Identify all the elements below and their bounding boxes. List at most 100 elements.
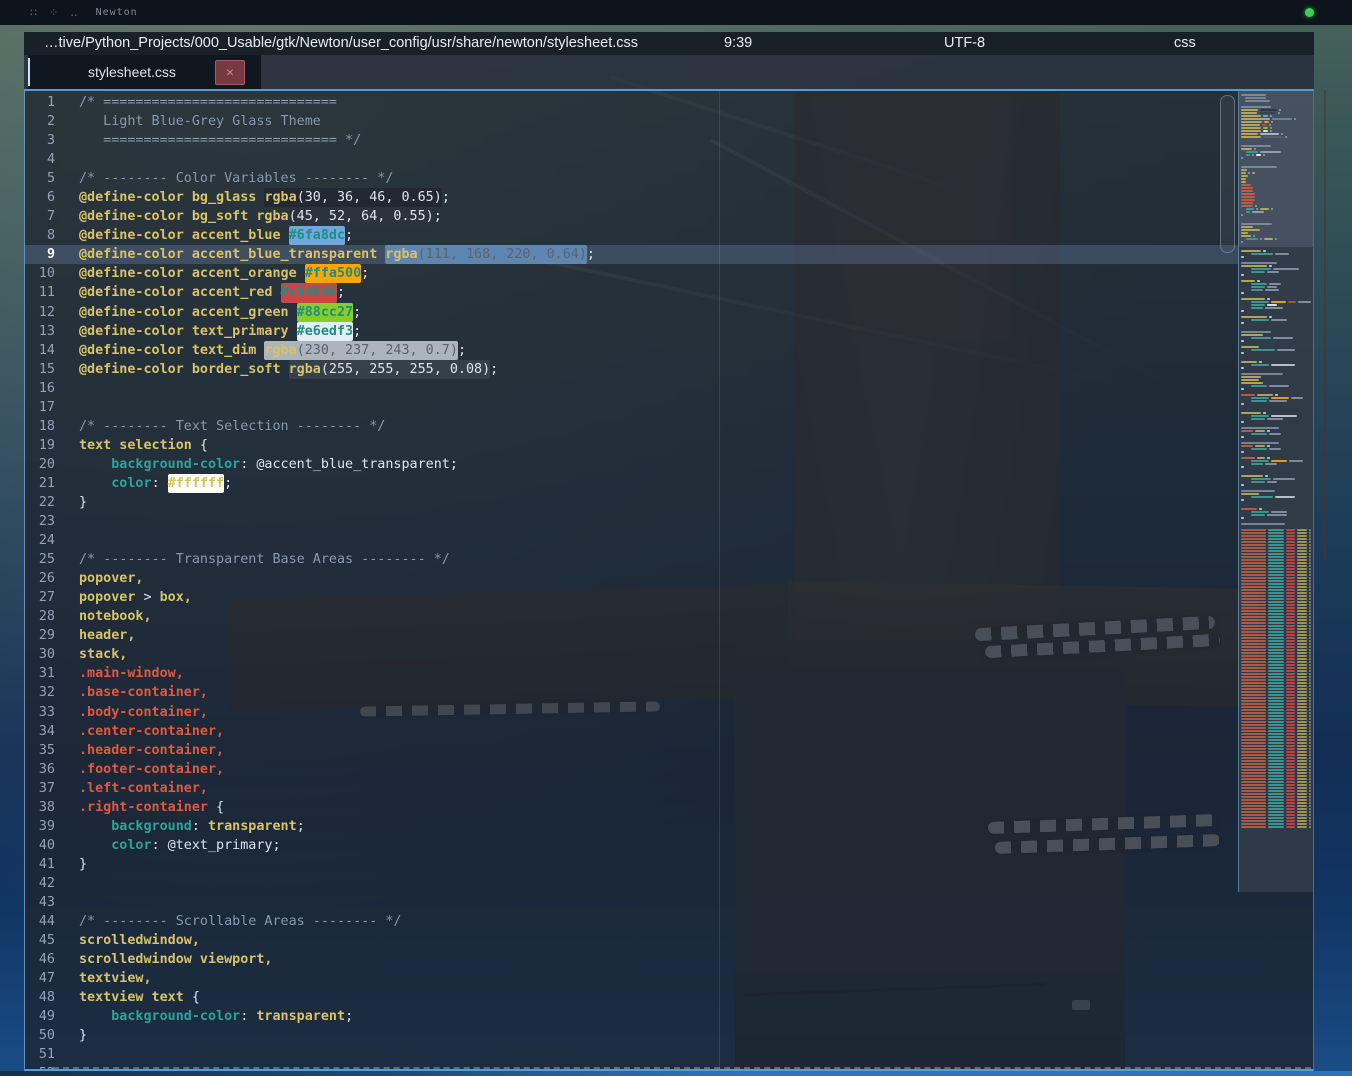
code-line[interactable]: 5/* -------- Color Variables -------- */ <box>25 169 1238 188</box>
line-number: 35 <box>25 741 55 760</box>
code-line[interactable]: 6@define-color bg_glass rgba(30, 36, 46,… <box>25 188 1238 207</box>
titlebar: ∷ ⁘ ‥ Newton <box>0 0 1352 25</box>
code-line[interactable]: 30stack, <box>25 645 1238 664</box>
code-line[interactable]: 3 ============================= */ <box>25 131 1238 150</box>
code-line[interactable]: 27popover > box, <box>25 588 1238 607</box>
code-line[interactable]: 2 Light Blue-Grey Glass Theme <box>25 112 1238 131</box>
line-number: 49 <box>25 1007 55 1026</box>
code-line[interactable]: 1/* ============================= <box>25 93 1238 112</box>
code-line[interactable]: 36.footer-container, <box>25 760 1238 779</box>
code-line[interactable]: 19text selection { <box>25 436 1238 455</box>
line-number: 37 <box>25 779 55 798</box>
line-number: 5 <box>25 169 55 188</box>
tab-close-button[interactable]: × <box>215 60 245 85</box>
line-number: 7 <box>25 207 55 226</box>
workspace-grid-icon[interactable]: ∷ <box>30 6 37 19</box>
line-number: 19 <box>25 436 55 455</box>
code-line[interactable]: 24 <box>25 531 1238 550</box>
code-line[interactable]: 10@define-color accent_orange #ffa500; <box>25 264 1238 283</box>
code-line[interactable]: 45scrolledwindow, <box>25 931 1238 950</box>
line-number: 50 <box>25 1026 55 1045</box>
code-line[interactable]: 9@define-color accent_blue_transparent r… <box>25 245 1238 264</box>
code-line[interactable]: 20 background-color: @accent_blue_transp… <box>25 455 1238 474</box>
active-tab-accent <box>28 58 30 86</box>
line-number: 39 <box>25 817 55 836</box>
code-line[interactable]: 14@define-color text_dim rgba(230, 237, … <box>25 341 1238 360</box>
line-number: 14 <box>25 341 55 360</box>
wallpaper-mast-line <box>1324 90 1326 560</box>
code-line[interactable]: 49 background-color: transparent; <box>25 1007 1238 1026</box>
line-number: 13 <box>25 322 55 341</box>
vertical-scrollbar-thumb[interactable] <box>1220 95 1235 253</box>
code-line[interactable]: 11@define-color accent_red #c84646; <box>25 283 1238 302</box>
line-number: 11 <box>25 283 55 302</box>
line-number: 51 <box>25 1045 55 1064</box>
code-line[interactable]: 13@define-color text_primary #e6edf3; <box>25 322 1238 341</box>
code-line[interactable]: 17 <box>25 398 1238 417</box>
code-line[interactable]: 35.header-container, <box>25 741 1238 760</box>
code-editor[interactable]: 1/* =============================2 Light… <box>24 89 1314 1071</box>
code-line[interactable]: 26popover, <box>25 569 1238 588</box>
line-number: 9 <box>25 245 55 264</box>
code-line[interactable]: 8@define-color accent_blue #6fa8dc; <box>25 226 1238 245</box>
file-path: …tive/Python_Projects/000_Usable/gtk/New… <box>44 32 638 55</box>
line-number: 21 <box>25 474 55 493</box>
status-dot-icon <box>1305 8 1314 17</box>
code-line[interactable]: 43 <box>25 893 1238 912</box>
line-number: 34 <box>25 722 55 741</box>
code-line[interactable]: 46scrolledwindow viewport, <box>25 950 1238 969</box>
line-number: 41 <box>25 855 55 874</box>
code-line[interactable]: 47textview, <box>25 969 1238 988</box>
line-number: 3 <box>25 131 55 150</box>
code-line[interactable]: 34.center-container, <box>25 722 1238 741</box>
cursor-position: 9:39 <box>724 32 752 55</box>
workspace-pair-icon[interactable]: ‥ <box>70 6 77 19</box>
line-number: 18 <box>25 417 55 436</box>
tab-label: stylesheet.css <box>88 55 176 89</box>
window-title: Newton <box>96 7 138 18</box>
code-line[interactable]: 48textview text { <box>25 988 1238 1007</box>
code-line[interactable]: 40 color: @text_primary; <box>25 836 1238 855</box>
minimap[interactable] <box>1238 91 1314 892</box>
line-number: 23 <box>25 512 55 531</box>
line-number: 4 <box>25 150 55 169</box>
code-line[interactable]: 38.right-container { <box>25 798 1238 817</box>
code-line[interactable]: 23 <box>25 512 1238 531</box>
line-number: 16 <box>25 379 55 398</box>
line-number: 31 <box>25 664 55 683</box>
line-number: 10 <box>25 264 55 283</box>
code-line[interactable]: 32.base-container, <box>25 683 1238 702</box>
code-line[interactable]: 37.left-container, <box>25 779 1238 798</box>
code-lines[interactable]: 1/* =============================2 Light… <box>25 91 1238 1071</box>
code-line[interactable]: 39 background: transparent; <box>25 817 1238 836</box>
code-line[interactable]: 33.body-container, <box>25 703 1238 722</box>
encoding-label: UTF-8 <box>944 32 985 55</box>
code-line[interactable]: 12@define-color accent_green #88cc27; <box>25 303 1238 322</box>
line-number: 38 <box>25 798 55 817</box>
language-label: css <box>1174 32 1196 55</box>
code-line[interactable]: 41} <box>25 855 1238 874</box>
code-line[interactable]: 25/* -------- Transparent Base Areas ---… <box>25 550 1238 569</box>
code-line[interactable]: 42 <box>25 874 1238 893</box>
line-number: 44 <box>25 912 55 931</box>
line-number: 28 <box>25 607 55 626</box>
code-line[interactable]: 28notebook, <box>25 607 1238 626</box>
code-line[interactable]: 21 color: #ffffff; <box>25 474 1238 493</box>
code-line[interactable]: 18/* -------- Text Selection -------- */ <box>25 417 1238 436</box>
code-line[interactable]: 22} <box>25 493 1238 512</box>
dashed-separator <box>53 1067 1311 1069</box>
workspace-dots-icon[interactable]: ⁘ <box>49 6 58 19</box>
code-line[interactable]: 7@define-color bg_soft rgba(45, 52, 64, … <box>25 207 1238 226</box>
code-line[interactable]: 44/* -------- Scrollable Areas -------- … <box>25 912 1238 931</box>
line-number: 43 <box>25 893 55 912</box>
code-line[interactable]: 4 <box>25 150 1238 169</box>
code-line[interactable]: 16 <box>25 379 1238 398</box>
code-line[interactable]: 15@define-color border_soft rgba(255, 25… <box>25 360 1238 379</box>
line-number: 25 <box>25 550 55 569</box>
code-line[interactable]: 31.main-window, <box>25 664 1238 683</box>
tab-stylesheet-css[interactable]: stylesheet.css × <box>28 55 261 89</box>
code-line[interactable]: 51 <box>25 1045 1238 1064</box>
code-line[interactable]: 29header, <box>25 626 1238 645</box>
line-number: 6 <box>25 188 55 207</box>
code-line[interactable]: 50} <box>25 1026 1238 1045</box>
